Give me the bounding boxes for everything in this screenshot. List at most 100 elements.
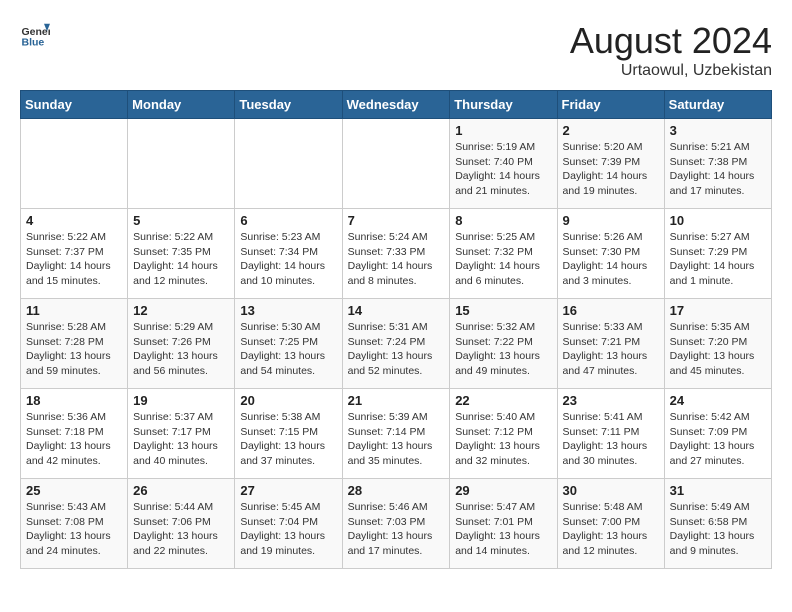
day-cell: 17Sunrise: 5:35 AMSunset: 7:20 PMDayligh… [664,299,771,389]
header-cell-thursday: Thursday [450,91,557,119]
day-number: 26 [133,483,229,498]
day-info: Sunrise: 5:19 AMSunset: 7:40 PMDaylight:… [455,140,551,199]
day-info: Sunrise: 5:44 AMSunset: 7:06 PMDaylight:… [133,500,229,559]
day-info: Sunrise: 5:37 AMSunset: 7:17 PMDaylight:… [133,410,229,469]
day-cell: 8Sunrise: 5:25 AMSunset: 7:32 PMDaylight… [450,209,557,299]
header-cell-saturday: Saturday [664,91,771,119]
day-number: 18 [26,393,122,408]
logo-icon: General Blue [20,20,50,50]
day-number: 23 [563,393,659,408]
day-cell: 13Sunrise: 5:30 AMSunset: 7:25 PMDayligh… [235,299,342,389]
day-cell [235,119,342,209]
header-cell-wednesday: Wednesday [342,91,450,119]
week-row-5: 25 Sunrise: 5:43 AMSunset: 7:08 PMDayligh… [21,479,772,569]
day-number: 30 [563,483,659,498]
day-info: Sunrise: 5:41 AMSunset: 7:11 PMDaylight:… [563,410,659,469]
day-cell: 2Sunrise: 5:20 AMSunset: 7:39 PMDaylight… [557,119,664,209]
day-number: 14 [348,303,445,318]
day-info: Sunrise: 5:30 AMSunset: 7:25 PMDaylight:… [240,320,336,379]
day-number: 22 [455,393,551,408]
day-info: Sunrise: 5:21 AMSunset: 7:38 PMDaylight:… [670,140,766,199]
day-info: Sunrise: 5:46 AMSunset: 7:03 PMDaylight:… [348,500,445,559]
day-number: 9 [563,213,659,228]
header: General Blue August 2024 Urtaowul, Uzbek… [20,20,772,80]
day-number: 4 [26,213,122,228]
day-number: 11 [26,303,122,318]
day-cell: 22 Sunrise: 5:40 AMSunset: 7:12 PMDayligh… [450,389,557,479]
day-cell: 26 Sunrise: 5:44 AMSunset: 7:06 PMDayligh… [128,479,235,569]
day-cell: 10 Sunrise: 5:27 AMSunset: 7:29 PMDayligh… [664,209,771,299]
day-number: 2 [563,123,659,138]
day-info: Sunrise: 5:24 AMSunset: 7:33 PMDaylight:… [348,230,445,289]
day-cell: 16Sunrise: 5:33 AMSunset: 7:21 PMDayligh… [557,299,664,389]
day-cell: 23 Sunrise: 5:41 AMSunset: 7:11 PMDayligh… [557,389,664,479]
logo: General Blue [20,20,50,50]
day-cell: 7 Sunrise: 5:24 AMSunset: 7:33 PMDaylight… [342,209,450,299]
day-number: 20 [240,393,336,408]
day-cell: 1 Sunrise: 5:19 AMSunset: 7:40 PMDaylight… [450,119,557,209]
day-info: Sunrise: 5:33 AMSunset: 7:21 PMDaylight:… [563,320,659,379]
day-info: Sunrise: 5:49 AMSunset: 6:58 PMDaylight:… [670,500,766,559]
day-info: Sunrise: 5:32 AMSunset: 7:22 PMDaylight:… [455,320,551,379]
header-cell-sunday: Sunday [21,91,128,119]
day-number: 1 [455,123,551,138]
day-number: 28 [348,483,445,498]
day-number: 27 [240,483,336,498]
week-row-1: 1 Sunrise: 5:19 AMSunset: 7:40 PMDaylight… [21,119,772,209]
day-cell: 30 Sunrise: 5:48 AMSunset: 7:00 PMDayligh… [557,479,664,569]
day-info: Sunrise: 5:29 AMSunset: 7:26 PMDaylight:… [133,320,229,379]
day-cell: 29 Sunrise: 5:47 AMSunset: 7:01 PMDayligh… [450,479,557,569]
day-number: 25 [26,483,122,498]
day-number: 19 [133,393,229,408]
day-cell: 14 Sunrise: 5:31 AMSunset: 7:24 PMDayligh… [342,299,450,389]
day-cell: 21 Sunrise: 5:39 AMSunset: 7:14 PMDayligh… [342,389,450,479]
day-cell [128,119,235,209]
svg-text:Blue: Blue [22,37,45,49]
calendar-header: SundayMondayTuesdayWednesdayThursdayFrid… [21,91,772,119]
day-info: Sunrise: 5:27 AMSunset: 7:29 PMDaylight:… [670,230,766,289]
header-cell-friday: Friday [557,91,664,119]
page-title: August 2024 [570,20,772,62]
day-number: 31 [670,483,766,498]
day-info: Sunrise: 5:48 AMSunset: 7:00 PMDaylight:… [563,500,659,559]
calendar-table: SundayMondayTuesdayWednesdayThursdayFrid… [20,90,772,569]
day-info: Sunrise: 5:42 AMSunset: 7:09 PMDaylight:… [670,410,766,469]
day-info: Sunrise: 5:38 AMSunset: 7:15 PMDaylight:… [240,410,336,469]
day-number: 21 [348,393,445,408]
day-number: 8 [455,213,551,228]
header-cell-monday: Monday [128,91,235,119]
day-number: 17 [670,303,766,318]
day-number: 5 [133,213,229,228]
header-cell-tuesday: Tuesday [235,91,342,119]
day-cell: 25 Sunrise: 5:43 AMSunset: 7:08 PMDayligh… [21,479,128,569]
day-info: Sunrise: 5:43 AMSunset: 7:08 PMDaylight:… [26,500,122,559]
day-cell: 15 Sunrise: 5:32 AMSunset: 7:22 PMDayligh… [450,299,557,389]
day-cell: 11Sunrise: 5:28 AMSunset: 7:28 PMDayligh… [21,299,128,389]
day-info: Sunrise: 5:31 AMSunset: 7:24 PMDaylight:… [348,320,445,379]
day-cell: 19 Sunrise: 5:37 AMSunset: 7:17 PMDayligh… [128,389,235,479]
day-info: Sunrise: 5:26 AMSunset: 7:30 PMDaylight:… [563,230,659,289]
week-row-3: 11Sunrise: 5:28 AMSunset: 7:28 PMDayligh… [21,299,772,389]
day-cell: 20 Sunrise: 5:38 AMSunset: 7:15 PMDayligh… [235,389,342,479]
day-number: 3 [670,123,766,138]
header-row: SundayMondayTuesdayWednesdayThursdayFrid… [21,91,772,119]
day-number: 15 [455,303,551,318]
day-info: Sunrise: 5:45 AMSunset: 7:04 PMDaylight:… [240,500,336,559]
day-number: 6 [240,213,336,228]
day-cell: 9 Sunrise: 5:26 AMSunset: 7:30 PMDaylight… [557,209,664,299]
day-cell: 27 Sunrise: 5:45 AMSunset: 7:04 PMDayligh… [235,479,342,569]
day-cell: 24Sunrise: 5:42 AMSunset: 7:09 PMDayligh… [664,389,771,479]
day-info: Sunrise: 5:39 AMSunset: 7:14 PMDaylight:… [348,410,445,469]
title-area: August 2024 Urtaowul, Uzbekistan [570,20,772,80]
day-info: Sunrise: 5:22 AMSunset: 7:35 PMDaylight:… [133,230,229,289]
day-number: 29 [455,483,551,498]
day-info: Sunrise: 5:47 AMSunset: 7:01 PMDaylight:… [455,500,551,559]
day-number: 7 [348,213,445,228]
day-info: Sunrise: 5:40 AMSunset: 7:12 PMDaylight:… [455,410,551,469]
day-cell: 5 Sunrise: 5:22 AMSunset: 7:35 PMDaylight… [128,209,235,299]
day-number: 10 [670,213,766,228]
day-cell: 31 Sunrise: 5:49 AMSunset: 6:58 PMDayligh… [664,479,771,569]
day-cell [342,119,450,209]
day-info: Sunrise: 5:22 AMSunset: 7:37 PMDaylight:… [26,230,122,289]
day-number: 12 [133,303,229,318]
